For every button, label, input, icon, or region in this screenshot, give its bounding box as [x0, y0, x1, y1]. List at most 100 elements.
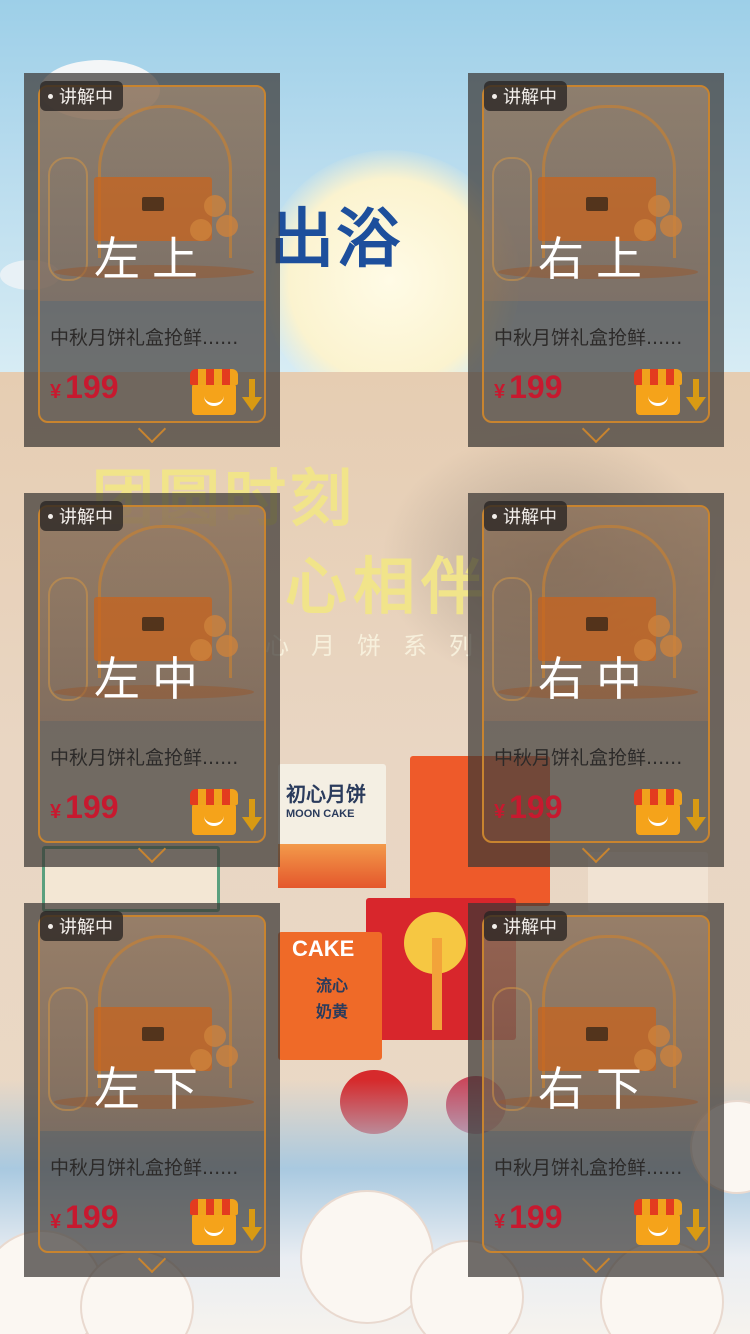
live-dot-icon	[492, 923, 497, 929]
product-price: ¥199	[494, 369, 563, 406]
arrow-down-icon	[686, 379, 706, 415]
currency-symbol: ¥	[494, 1211, 506, 1233]
photo-mooncake	[648, 615, 670, 637]
shop-cart-icon[interactable]	[634, 1199, 682, 1245]
box-pagoda	[432, 938, 442, 1030]
photo-mooncake	[648, 1025, 670, 1047]
product-card[interactable]: 讲解中 右中 中秋月饼礼盒抢鲜...... ¥199	[468, 493, 724, 867]
live-tag: 讲解中	[40, 81, 123, 111]
price-amount: 199	[65, 369, 119, 405]
live-tag: 讲解中	[484, 501, 567, 531]
price-amount: 199	[65, 789, 119, 825]
live-tag: 讲解中	[484, 81, 567, 111]
arrow-head	[242, 817, 262, 831]
arrow-head	[242, 1227, 262, 1241]
currency-symbol: ¥	[494, 801, 506, 823]
cart-awning	[634, 789, 682, 805]
position-label: 右下	[538, 1062, 654, 1116]
cart-awning	[634, 1199, 682, 1215]
cart-awning	[190, 369, 238, 385]
live-dot-icon	[48, 923, 53, 929]
currency-symbol: ¥	[50, 801, 62, 823]
photo-clasp	[142, 197, 164, 211]
arrow-shaft	[249, 379, 255, 399]
currency-symbol: ¥	[50, 381, 62, 403]
arrow-down-icon	[686, 799, 706, 835]
arrow-down-icon	[242, 799, 262, 835]
shop-cart-icon[interactable]	[190, 369, 238, 415]
product-price: ¥199	[50, 789, 119, 826]
arrow-down-icon	[686, 1209, 706, 1245]
product-price: ¥199	[494, 789, 563, 826]
live-tag: 讲解中	[40, 911, 123, 941]
cart-awning	[190, 789, 238, 805]
product-title: 中秋月饼礼盒抢鲜......	[494, 1157, 683, 1179]
price-amount: 199	[65, 1199, 119, 1235]
box-brand-1: 初心月饼	[286, 784, 366, 806]
photo-clasp	[586, 1027, 608, 1041]
product-title: 中秋月饼礼盒抢鲜......	[50, 327, 239, 349]
photo-clasp	[142, 1027, 164, 1041]
product-card[interactable]: 讲解中 右上 中秋月饼礼盒抢鲜...... ¥199	[468, 73, 724, 447]
live-dot-icon	[48, 513, 53, 519]
product-card[interactable]: 讲解中 右下 中秋月饼礼盒抢鲜...... ¥199	[468, 903, 724, 1277]
shop-cart-icon[interactable]	[190, 789, 238, 835]
live-dot-icon	[492, 513, 497, 519]
arrow-head	[686, 817, 706, 831]
photo-clasp	[142, 617, 164, 631]
arrow-shaft	[693, 1209, 699, 1229]
product-price: ¥199	[50, 369, 119, 406]
product-price: ¥199	[50, 1199, 119, 1236]
live-tag: 讲解中	[484, 911, 567, 941]
box-brand-2: MOON CAKE	[286, 808, 355, 820]
live-tag-text: 讲解中	[503, 507, 557, 528]
box-cake-text: CAKE	[292, 936, 355, 961]
gift-box-cake: CAKE 流心奶黄	[278, 932, 382, 1060]
product-title: 中秋月饼礼盒抢鲜......	[494, 747, 683, 769]
product-card[interactable]: 讲解中 左下 中秋月饼礼盒抢鲜...... ¥199	[24, 903, 280, 1277]
price-amount: 199	[509, 789, 563, 825]
position-label: 左上	[94, 232, 210, 286]
position-label: 右上	[538, 232, 654, 286]
live-tag-text: 讲解中	[59, 507, 113, 528]
live-dot-icon	[48, 93, 53, 99]
photo-mooncake	[204, 615, 226, 637]
arrow-down-icon	[242, 379, 262, 415]
poster-slogan-2: 心相伴	[285, 550, 490, 623]
position-label: 右中	[538, 652, 654, 706]
photo-clasp	[586, 197, 608, 211]
arrow-shaft	[693, 379, 699, 399]
shop-cart-icon[interactable]	[190, 1199, 238, 1245]
photo-mooncake	[204, 1025, 226, 1047]
product-price: ¥199	[494, 1199, 563, 1236]
arrow-shaft	[693, 799, 699, 819]
cart-awning	[634, 369, 682, 385]
shop-cart-icon[interactable]	[634, 369, 682, 415]
photo-mooncake	[648, 195, 670, 217]
product-title: 中秋月饼礼盒抢鲜......	[50, 747, 239, 769]
product-title: 中秋月饼礼盒抢鲜......	[50, 1157, 239, 1179]
arrow-shaft	[249, 799, 255, 819]
live-tag-text: 讲解中	[503, 917, 557, 938]
shop-cart-icon[interactable]	[634, 789, 682, 835]
poster-title: 出浴	[270, 202, 402, 277]
live-tag: 讲解中	[40, 501, 123, 531]
product-card[interactable]: 讲解中 左上 中秋月饼礼盒抢鲜...... ¥199	[24, 73, 280, 447]
arrow-head	[242, 397, 262, 411]
arrow-down-icon	[242, 1209, 262, 1245]
product-card[interactable]: 讲解中 左中 中秋月饼礼盒抢鲜...... ¥199	[24, 493, 280, 867]
position-label: 左下	[94, 1062, 210, 1116]
photo-mooncake	[204, 195, 226, 217]
price-amount: 199	[509, 1199, 563, 1235]
box-flavor-text: 流心奶黄	[316, 978, 349, 1021]
currency-symbol: ¥	[50, 1211, 62, 1233]
cart-awning	[190, 1199, 238, 1215]
arrow-head	[686, 397, 706, 411]
arrow-head	[686, 1227, 706, 1241]
gift-box-white: 初心月饼 MOON CAKE	[278, 764, 386, 888]
live-dot-icon	[492, 93, 497, 99]
box-mountain	[278, 844, 386, 888]
position-label: 左中	[94, 652, 210, 706]
live-tag-text: 讲解中	[59, 87, 113, 108]
poster-series: 心月饼系列	[265, 632, 495, 660]
